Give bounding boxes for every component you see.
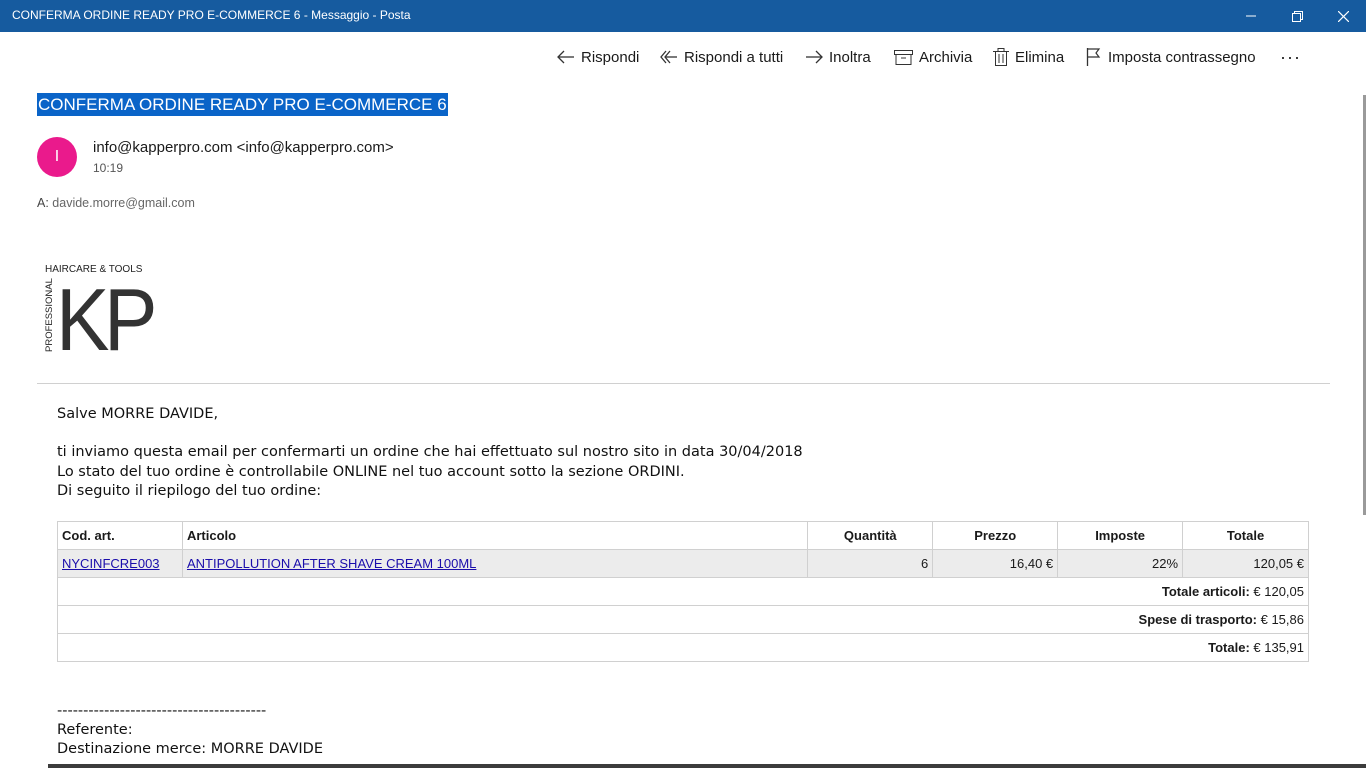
sender[interactable]: info@kapperpro.com <info@kapperpro.com> [93,139,394,156]
title-bar: CONFERMA ORDINE READY PRO E-COMMERCE 6 -… [0,0,1366,32]
item-price: 16,40 € [932,549,1059,578]
header-tax: Imposte [1057,521,1184,550]
close-button[interactable] [1320,0,1366,32]
destinazione-line: Destinazione merce: MORRE DAVIDE [57,741,324,757]
reply-button[interactable]: Rispondi [557,44,639,70]
summary-row-total: Totale: € 135,91 [57,633,1309,662]
header-code: Cod. art. [57,521,183,550]
summary-shipping-value: € 15,86 [1257,612,1304,627]
to-label: A: [37,196,49,210]
avatar: I [37,137,77,177]
restore-button[interactable] [1274,0,1320,32]
item-tax: 22% [1057,549,1184,578]
archive-label: Archivia [919,48,973,66]
message-toolbar: Rispondi Rispondi a tutti Inoltra Archiv… [0,44,1366,70]
bottom-edge [48,764,1366,768]
item-quantity: 6 [807,549,934,578]
header-price: Prezzo [932,521,1059,550]
summary-shipping-cell: Spese di trasporto: € 15,86 [57,605,1309,634]
summary-total-value: € 135,91 [1249,640,1304,655]
summary-articles-label: Totale articoli: [1161,584,1250,599]
order-table: Cod. art. Articolo Quantità Prezzo Impos… [57,521,1309,662]
reply-all-button[interactable]: Rispondi a tutti [660,44,783,70]
header-total: Totale [1182,521,1309,550]
trash-icon [993,48,1009,66]
forward-label: Inoltra [829,48,871,66]
message-time: 10:19 [93,161,124,175]
summary-articles-value: € 120,05 [1249,584,1304,599]
reply-all-label: Rispondi a tutti [684,48,784,66]
message-subject: CONFERMA ORDINE READY PRO E-COMMERCE 6 [37,93,448,116]
header-article: Articolo [181,521,809,550]
minimize-icon [1246,15,1256,17]
header-quantity: Quantità [807,521,934,550]
item-name-cell: ANTIPOLLUTION AFTER SHAVE CREAM 100ML [181,549,809,578]
delete-label: Elimina [1015,48,1065,66]
recipient-address[interactable]: davide.morre@gmail.com [52,196,195,210]
minimize-button[interactable] [1228,0,1274,32]
separator-line: ---------------------------------------- [57,703,267,719]
item-total: 120,05 € [1182,549,1309,578]
summary-shipping-label: Spese di trasporto: [1138,612,1257,627]
summary-row-articles: Totale articoli: € 120,05 [57,577,1309,606]
summary-articles-cell: Totale articoli: € 120,05 [57,577,1309,606]
reply-icon [557,50,574,64]
divider [37,383,1330,384]
logo-mark: KP [56,270,154,357]
delete-button[interactable]: Elimina [993,44,1064,70]
item-code-cell: NYCINFCRE003 [57,549,183,578]
greeting: Salve MORRE DAVIDE, [57,406,219,422]
more-icon: ··· [1280,46,1301,67]
order-header-row: Cod. art. Articolo Quantità Prezzo Impos… [57,521,1309,550]
flag-button[interactable]: Imposta contrassegno [1086,44,1256,70]
archive-button[interactable]: Archivia [894,44,972,70]
avatar-letter: I [54,148,60,165]
logo-side-text: PROFESSIONAL [44,278,55,352]
more-button[interactable]: ··· [1280,44,1301,70]
close-icon [1337,10,1349,22]
window-title: CONFERMA ORDINE READY PRO E-COMMERCE 6 -… [12,8,411,22]
archive-icon [894,49,913,65]
restore-icon [1291,10,1303,22]
kapperpro-logo: HAIRCARE & TOOLS PROFESSIONAL KP [44,264,160,357]
flag-label: Imposta contrassegno [1108,48,1256,66]
referente-line: Referente: [57,722,133,738]
reply-all-icon [660,50,677,64]
forward-icon [806,50,823,64]
recipient-line: A: davide.morre@gmail.com [37,196,195,210]
item-name-link[interactable]: ANTIPOLLUTION AFTER SHAVE CREAM 100ML [187,556,476,571]
summary-total-cell: Totale: € 135,91 [57,633,1309,662]
summary-total-label: Totale: [1208,640,1250,655]
body-line-3: Di seguito il riepilogo del tuo ordine: [57,483,322,499]
table-row: NYCINFCRE003 ANTIPOLLUTION AFTER SHAVE C… [57,549,1309,578]
reply-label: Rispondi [581,48,640,66]
body-line-1: ti inviamo questa email per confermarti … [57,444,803,460]
item-code-link[interactable]: NYCINFCRE003 [62,556,160,571]
summary-row-shipping: Spese di trasporto: € 15,86 [57,605,1309,634]
forward-button[interactable]: Inoltra [805,44,871,70]
body-line-2: Lo stato del tuo ordine è controllabile … [57,464,685,480]
flag-icon [1086,48,1101,66]
